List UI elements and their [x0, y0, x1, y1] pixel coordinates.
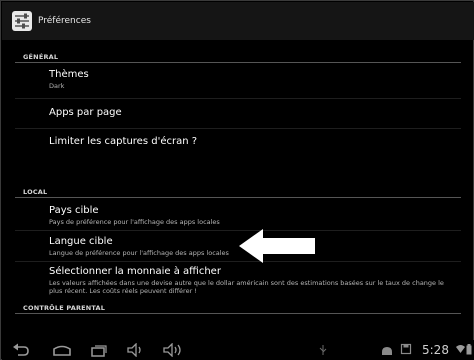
battery-icon: [466, 344, 472, 355]
screen: Préférences GÉNÉRAL Thèmes Dark Apps par…: [0, 0, 474, 360]
settings-app-icon[interactable]: [10, 9, 34, 33]
pref-title: Apps par page: [49, 107, 122, 118]
volume-up-icon[interactable]: [162, 343, 184, 357]
list-divider: [15, 128, 461, 129]
pref-item-select-currency[interactable]: Sélectionner la monnaie à afficher Les v…: [49, 266, 457, 295]
section-divider: [15, 62, 461, 63]
section-divider: [15, 313, 461, 314]
android-icon: [382, 347, 392, 355]
action-bar: Préférences: [2, 2, 474, 40]
pref-item-target-country[interactable]: Pays cible Pays de préférence pour l'aff…: [49, 205, 457, 226]
pref-title: Limiter les captures d'écran ?: [49, 136, 198, 147]
usb-icon: [319, 345, 327, 355]
pref-item-themes[interactable]: Thèmes Dark: [49, 69, 457, 90]
section-header-local: LOCAL: [23, 188, 48, 196]
wifi-icon: [456, 345, 465, 353]
pref-title: Sélectionner la monnaie à afficher: [49, 266, 221, 277]
recent-apps-icon[interactable]: [90, 343, 108, 357]
volume-down-icon[interactable]: [126, 343, 144, 357]
pref-item-apps-per-page[interactable]: Apps par page: [49, 107, 457, 119]
list-divider: [15, 98, 461, 99]
pointer-arrow-icon: [239, 229, 315, 263]
pref-title: Thèmes: [49, 69, 89, 80]
section-header-parental: CONTRÔLE PARENTAL: [23, 304, 106, 312]
pref-summary: Les valeurs affichées dans une devise au…: [49, 279, 444, 295]
page-title: Préférences: [38, 16, 91, 26]
pref-item-limit-screenshots[interactable]: Limiter les captures d'écran ?: [49, 136, 457, 148]
pref-summary: Dark: [49, 82, 65, 90]
system-bar: 5:28: [2, 340, 474, 360]
back-icon[interactable]: [12, 343, 30, 357]
pref-title: Pays cible: [49, 205, 99, 216]
section-divider: [15, 197, 461, 198]
storage-icon: [400, 343, 412, 355]
status-clock: 5:28: [422, 343, 449, 357]
section-header-general: GÉNÉRAL: [23, 53, 59, 61]
home-icon[interactable]: [52, 343, 72, 357]
